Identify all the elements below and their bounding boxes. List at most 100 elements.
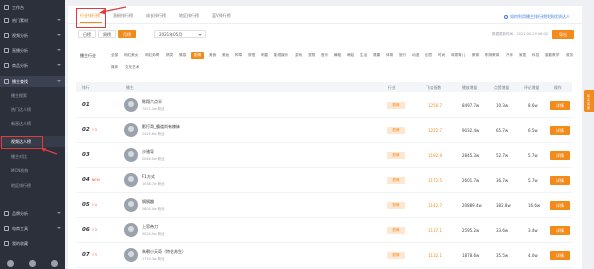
sidebar-item-workbench[interactable]: 工作台 [0, 2, 65, 13]
creator-name[interactable]: 上官帝刀 [142, 224, 158, 230]
sidebar-item-creator-search[interactable]: 播主查找 [0, 76, 65, 87]
table-row[interactable]: 07 ↑3 朱朝小天奇（特仑苏生） 1719.3w 粉丝 剧情 1132.1 1878.6w… [76, 243, 572, 268]
sidebar-item-ecommerce-tools[interactable]: 电商工具 [0, 223, 65, 234]
table-row[interactable]: 05 ↑4 锅锅趣 2604.4w 粉丝 剧情 1142.7 20889.4w 382.8w 1… [76, 193, 572, 218]
sidebar-item-favorites[interactable]: 我的收藏 [0, 238, 65, 249]
sidebar-item-hot-material[interactable]: 热门素材 [0, 15, 65, 26]
daily-button[interactable]: 日榜 [78, 30, 96, 38]
category-chip[interactable]: 影视娱乐 [273, 52, 289, 59]
category-chip[interactable]: 时尚 [437, 52, 446, 59]
category-label: 播主行业 [80, 53, 96, 58]
creator-name[interactable]: F1方式 [142, 174, 155, 180]
category-chip[interactable]: 网红帅哥 [144, 52, 160, 59]
help-link[interactable]: 如何利用播主排行榜找到优质达人 [504, 14, 570, 20]
table-row[interactable]: 04 NEW F1方式 1038.7w 粉丝 剧情 1172.5 2601.7w 36.7w 5… [76, 168, 572, 193]
category-chip[interactable]: 美妆 [221, 52, 230, 59]
category-chip[interactable]: 情感 [178, 52, 187, 59]
category-chip[interactable]: 剧情 [191, 52, 205, 59]
category-chip[interactable]: 文化艺术 [124, 64, 140, 71]
rank-change: ↑4 [91, 203, 97, 207]
detail-button[interactable]: 详情 [550, 201, 570, 210]
detail-button[interactable]: 详情 [550, 126, 570, 135]
category-chip[interactable]: 科技 [531, 52, 540, 59]
monthly-button[interactable]: 月榜 [118, 30, 136, 38]
creator-name[interactable]: 沙驰导 [142, 149, 154, 155]
weekly-button[interactable]: 周榜 [98, 30, 116, 38]
avatar[interactable] [124, 223, 138, 237]
sidebar-subitem-mcn[interactable]: MCN机构 [0, 165, 65, 176]
category-chip[interactable]: 音乐 [320, 52, 329, 59]
index-value: 1192.9 [428, 153, 442, 158]
table-row[interactable]: 06 ↑3 上官帝刀 3029.9w 粉丝 剧情 1137.1 2595.2w 33.6w 3.… [76, 218, 572, 243]
sidebar-item-video-analysis[interactable]: 视频分析 [0, 30, 65, 41]
index-value: 1172.5 [428, 178, 442, 183]
avatar[interactable] [124, 198, 138, 212]
category-chip[interactable]: 教育 [471, 52, 480, 59]
table-row[interactable]: 02 ↑3 影打哥_霸道尚有辣妹 2424.6w 粉丝 剧情 1222.7 9032.4w 6… [76, 118, 572, 143]
creator-name[interactable]: 影打哥_霸道尚有辣妹 [142, 124, 180, 130]
creator-name[interactable]: 朱朝小天奇（特仑苏生） [142, 249, 186, 255]
tab-bluev-ranking[interactable]: 蓝V排行榜 [212, 13, 231, 19]
month-select[interactable]: 2021年05月 [154, 30, 206, 38]
sidebar-subitem-region-ranking[interactable]: 地区排行榜 [0, 180, 65, 191]
category-chip[interactable]: 母婴育儿 [450, 52, 466, 59]
likes-value: 65.7w [496, 128, 509, 133]
creator-name[interactable]: 锅锅趣 [142, 199, 154, 205]
category-chip[interactable]: 萌娃 [346, 52, 355, 59]
detail-button[interactable]: 详情 [550, 151, 570, 160]
wechat-icon[interactable] [28, 259, 36, 267]
category-chip[interactable]: 摄影教学 [544, 52, 560, 59]
category-chip[interactable]: 汽车 [505, 52, 514, 59]
category-chip[interactable]: 全部 [110, 52, 119, 59]
sidebar-subitem-hot-creators[interactable]: 热门达人榜 [0, 104, 65, 115]
avatar[interactable] [124, 148, 138, 162]
category-chip[interactable]: 穿搭 [247, 52, 256, 59]
live-icon [4, 48, 9, 53]
category-chip[interactable]: 种草 [234, 52, 243, 59]
category-chip[interactable]: 创意 [424, 52, 433, 59]
sidebar-subitem-new-creators[interactable]: 新晋达人榜 [0, 118, 65, 129]
user-icon[interactable] [50, 259, 58, 267]
detail-button[interactable]: 详情 [550, 176, 570, 185]
table-row[interactable]: 03 沙驰导 2046.0w 粉丝 剧情 1192.9 2845.3w 52.7w 5.7w 详… [76, 143, 572, 168]
customer-service-button[interactable]: 联系客服 [584, 90, 594, 112]
category-chip[interactable]: 游戏 [294, 52, 303, 59]
category-chip[interactable]: 政务 [565, 52, 574, 59]
update-time: 数据更新时间：2021-05-29 06:00 [491, 32, 548, 36]
category-chip[interactable]: 明星 [260, 52, 269, 59]
export-button[interactable]: 导出 [552, 30, 574, 39]
category-chip[interactable]: 生活 [359, 52, 368, 59]
category-chip[interactable]: 搞笑 [165, 52, 174, 59]
sidebar-item-product-analysis[interactable]: 商品分析 [0, 60, 65, 71]
category-chip[interactable]: 旅行 [398, 52, 407, 59]
category-chip[interactable]: 健康 [372, 52, 381, 59]
category-chip[interactable]: 职场教育 [484, 52, 500, 59]
creator-fans: 1719.3w 粉丝 [142, 257, 165, 261]
avatar[interactable] [124, 173, 138, 187]
sidebar-item-live-analysis[interactable]: 直播分析 [0, 45, 65, 56]
avatar[interactable] [124, 248, 138, 262]
tab-region-ranking[interactable]: 地区排行榜 [179, 13, 199, 19]
tab-growth-ranking[interactable]: 成长排行榜 [146, 13, 166, 19]
creator-name[interactable]: 陈翔六点半 [142, 99, 162, 105]
sidebar-subitem-video-creators[interactable]: 视频达人榜 [0, 136, 65, 149]
detail-button[interactable]: 详情 [550, 251, 570, 260]
category-chip[interactable]: 媒体 [110, 64, 119, 71]
question-icon[interactable] [7, 259, 15, 267]
detail-button[interactable]: 详情 [550, 101, 570, 110]
category-chip[interactable]: 网红美女 [123, 52, 139, 59]
category-chip[interactable]: 家居 [518, 52, 527, 59]
category-chip[interactable]: 宠物 [307, 52, 316, 59]
col-action: 操作 [554, 85, 562, 90]
category-chip[interactable]: 美食 [208, 52, 217, 59]
sidebar-item-brand-analysis[interactable]: 品牌分析 [0, 208, 65, 219]
category-chip[interactable]: 舞蹈 [333, 52, 342, 59]
detail-button[interactable]: 详情 [550, 226, 570, 235]
col-creator: 播主 [126, 85, 134, 90]
table-row[interactable]: 01 陈翔六点半 7471.3w 粉丝 剧情 1256.7 8497.7w 10.3w 8.6… [76, 93, 572, 118]
sidebar-subitem-creator-search[interactable]: 播主搜索 [0, 90, 65, 101]
avatar[interactable] [124, 98, 138, 112]
category-chip[interactable]: 动漫 [411, 52, 420, 59]
avatar[interactable] [124, 123, 138, 137]
category-chip[interactable]: 体育 [385, 52, 394, 59]
